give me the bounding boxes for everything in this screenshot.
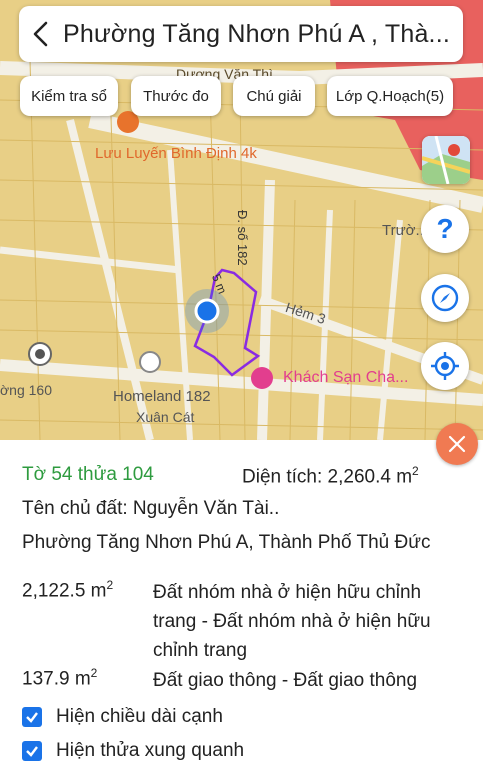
land-use-description: Đất giao thông - Đất giao thông <box>153 670 418 691</box>
search-header[interactable]: Phường Tăng Nhơn Phú A , Thà... <box>19 6 463 62</box>
neighbor-parcels-checkbox[interactable] <box>22 741 42 761</box>
my-location-button[interactable] <box>421 342 469 390</box>
compass-icon <box>431 284 459 312</box>
land-use-area: 137.9 m2 <box>22 666 98 690</box>
crosshair-icon <box>431 352 459 380</box>
land-use-description: Đất nhóm nhà ở hiện hữu chỉnh trang - Đấ… <box>153 582 431 661</box>
show-neighbor-parcels-option[interactable]: Hiện thửa xung quanh <box>22 740 244 762</box>
map-label-hotel: Khách Sạn Cha... <box>283 369 409 386</box>
map-layer-icon <box>422 136 470 184</box>
map-layer-button[interactable] <box>422 136 470 184</box>
legend-button[interactable]: Chú giải <box>233 76 315 116</box>
ruler-button[interactable]: Thước đo <box>131 76 221 116</box>
help-button[interactable]: ? <box>421 205 469 253</box>
map-label-homeland: Homeland 182 <box>113 388 211 405</box>
location-title[interactable]: Phường Tăng Nhơn Phú A , Thà... <box>63 20 450 49</box>
close-panel-button[interactable] <box>436 423 478 465</box>
neighbor-parcels-label: Hiện thửa xung quanh <box>56 740 245 761</box>
parcel-info-panel: Tờ 54 thửa 104 Diện tích: 2,260.4 m2 Tên… <box>0 440 483 768</box>
check-book-button[interactable]: Kiểm tra sổ <box>20 76 118 116</box>
edge-length-label: Hiện chiều dài cạnh <box>56 706 223 727</box>
land-use-area: 2,122.5 m2 <box>22 578 114 602</box>
parcel-address: Phường Tăng Nhơn Phú A, Thành Phố Thủ Đứ… <box>22 532 431 553</box>
check-icon <box>26 746 38 757</box>
map-label-restaurant: Lưu Luyến Bình Định 4k <box>95 145 257 162</box>
parcel-id: Tờ 54 thửa 104 <box>22 464 154 485</box>
planning-layer-button[interactable]: Lớp Q.Hoạch(5) <box>327 76 453 116</box>
edge-length-checkbox[interactable] <box>22 707 42 727</box>
check-icon <box>26 712 38 723</box>
owner-name: Tên chủ đất: Nguyễn Văn Tài.. <box>22 498 280 519</box>
map-label-road-182: Đ. số 182 <box>235 210 250 266</box>
back-arrow-icon[interactable] <box>19 6 63 62</box>
question-icon: ? <box>436 213 454 244</box>
close-icon <box>448 435 466 453</box>
map-label-xuan-cat: Xuân Cát <box>136 409 195 425</box>
show-edge-length-option[interactable]: Hiện chiều dài cạnh <box>22 706 223 728</box>
compass-button[interactable] <box>421 274 469 322</box>
map-view[interactable]: Dương Văn Thì Lưu Luyến Bình Định 4k Đ. … <box>0 0 483 440</box>
map-label-duong-160: ờng 160 <box>0 382 53 398</box>
parcel-area: Diện tích: 2,260.4 m2 <box>242 464 419 488</box>
